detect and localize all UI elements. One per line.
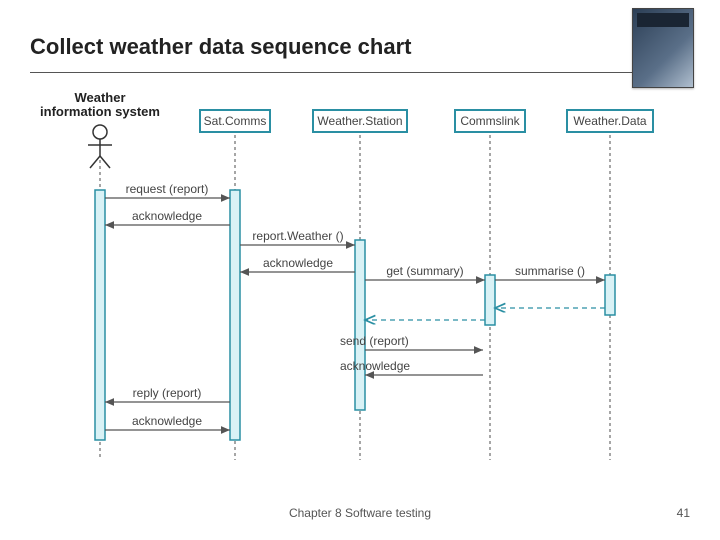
- slide: Collect weather data sequence chart Wea: [0, 0, 720, 540]
- footer-chapter: Chapter 8 Software testing: [0, 506, 720, 520]
- msg-ack-3-label: acknowledge: [340, 359, 410, 373]
- sequence-diagram: Weather information system Sat.Comms Wea…: [40, 90, 680, 470]
- svg-text:Weather.Station: Weather.Station: [317, 114, 402, 128]
- msg-summarise-label: summarise (): [515, 264, 585, 278]
- activation-ws: [355, 240, 365, 410]
- svg-text:Weather.Data: Weather.Data: [573, 114, 646, 128]
- activation-wis: [95, 190, 105, 440]
- msg-report-weather-label: report.Weather (): [252, 229, 343, 243]
- object-cl: Commslink: [455, 110, 525, 132]
- page-number: 41: [677, 506, 690, 520]
- object-sat: Sat.Comms: [200, 110, 270, 132]
- msg-get-summary-label: get (summary): [386, 264, 463, 278]
- object-wd: Weather.Data: [567, 110, 653, 132]
- activation-sat: [230, 190, 240, 440]
- stick-figure-icon: [93, 125, 107, 139]
- book-cover-image: [632, 8, 694, 88]
- msg-request-report-label: request (report): [126, 182, 209, 196]
- slide-title: Collect weather data sequence chart: [30, 34, 411, 60]
- msg-ack-2-label: acknowledge: [263, 256, 333, 270]
- activation-wd: [605, 275, 615, 315]
- actor-wis: Weather information system: [40, 90, 160, 168]
- msg-ack-1-label: acknowledge: [132, 209, 202, 223]
- msg-send-report-label: send (report): [340, 334, 409, 348]
- object-ws: Weather.Station: [313, 110, 407, 132]
- svg-text:information system: information system: [40, 104, 160, 119]
- svg-text:Commslink: Commslink: [460, 114, 520, 128]
- svg-text:Sat.Comms: Sat.Comms: [204, 114, 267, 128]
- title-divider: [30, 72, 690, 73]
- svg-text:Weather: Weather: [74, 90, 125, 105]
- msg-reply-report-label: reply (report): [133, 386, 202, 400]
- activation-cl: [485, 275, 495, 325]
- msg-ack-4-label: acknowledge: [132, 414, 202, 428]
